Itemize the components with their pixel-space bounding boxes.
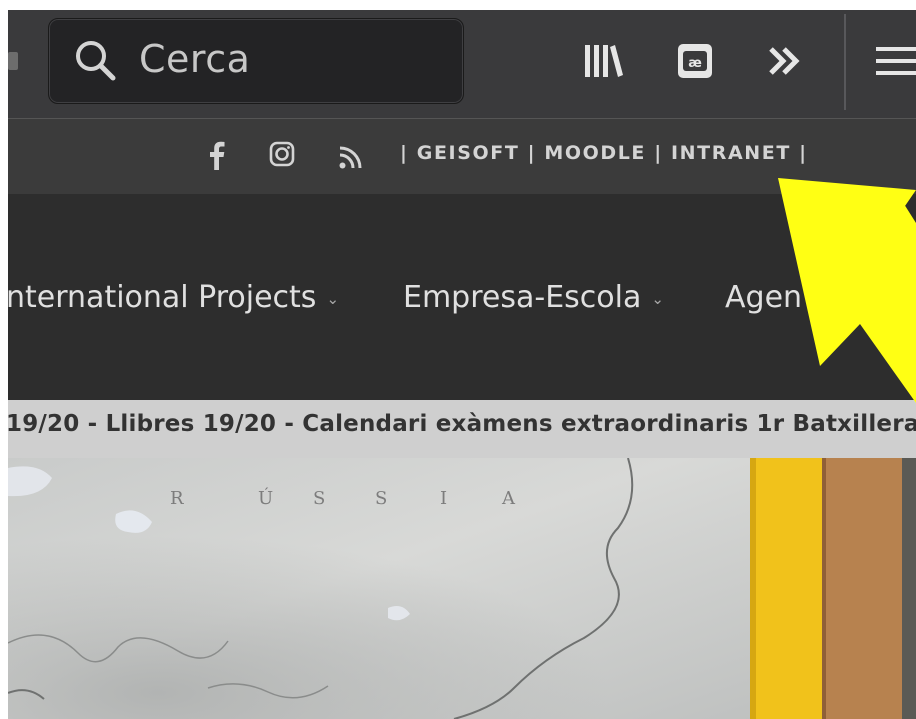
highlight-arrow-icon xyxy=(778,178,916,404)
browser-window: Cerca æ | GEISOFT | MOODLE | INTRANET | … xyxy=(8,10,916,719)
